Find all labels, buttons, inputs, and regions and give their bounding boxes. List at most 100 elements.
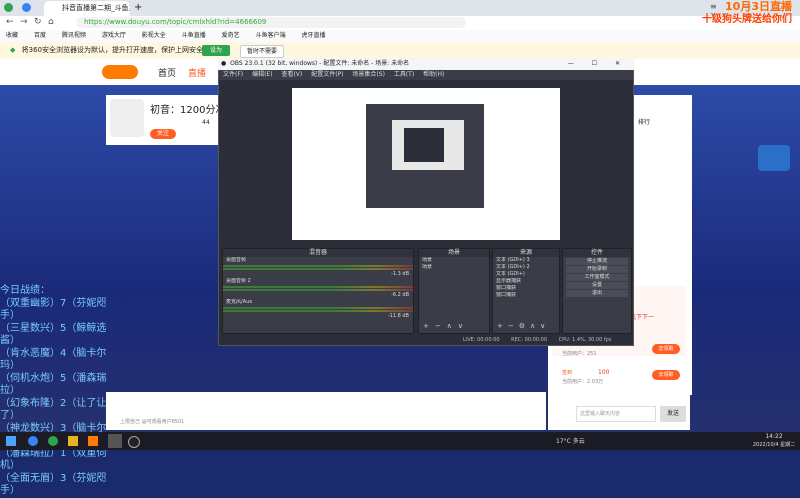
start-recording-button[interactable]: 开始录制 xyxy=(566,266,628,273)
menu-file[interactable]: 文件(F) xyxy=(223,71,243,78)
scene-item[interactable]: 场景 xyxy=(419,264,489,271)
stats-row: （肯水恶魔）4（脑卡尔玛） xyxy=(0,347,107,372)
stats-row: （幻象布隆）2（让了让了） xyxy=(0,397,107,422)
scenes-title: 场景 xyxy=(419,249,489,257)
claim-button[interactable]: 去领取 xyxy=(652,344,680,354)
bookmark-item[interactable]: 游戏大厅 xyxy=(102,32,126,39)
refresh-icon[interactable]: ↻ xyxy=(34,17,42,27)
menu-scene-collection[interactable]: 场景集合(S) xyxy=(352,71,385,78)
bookmark-item[interactable]: 百度 xyxy=(34,32,46,39)
taskbar-app-icon[interactable] xyxy=(108,434,122,448)
obs-window-controls[interactable]: — ☐ ✕ xyxy=(568,58,628,70)
source-toolbar[interactable]: +−⚙∧∨ xyxy=(497,322,550,330)
browser-menu-icon[interactable] xyxy=(22,3,31,12)
taskbar-app-icon[interactable] xyxy=(48,436,58,446)
taskbar-app-icon[interactable] xyxy=(28,436,38,446)
back-icon[interactable]: ← xyxy=(6,17,14,27)
scene-item[interactable]: 场景 xyxy=(419,257,489,264)
dock-sources: 来源 文本 (GDI+) 3 文本 (GDI+) 2 文本 (GDI+) 显示器… xyxy=(492,248,560,334)
tab-label: 抖音直播第二期_斗鱼主页文字... xyxy=(62,4,130,12)
banner-line1: 10月3日直播 xyxy=(725,0,792,13)
infobar-text: 将360安全浏览器设为默认，提升打开速度，保护上网安全 xyxy=(21,46,203,54)
obs-logo-icon: ● xyxy=(221,60,227,67)
bookmark-item[interactable]: 虎牙直播 xyxy=(302,32,326,39)
settings-button[interactable]: 设置 xyxy=(566,282,628,289)
obs-titlebar: ● OBS 23.0.1 (32 bit, windows) - 配置文件: 未… xyxy=(218,58,634,70)
stats-row: （伺机水炮）5（潘森瑞拉） xyxy=(0,372,107,397)
browser-logo-icon xyxy=(4,3,13,12)
track-db: -11.8 dB xyxy=(387,313,409,319)
menu-tools[interactable]: 工具(T) xyxy=(394,71,414,78)
forward-icon[interactable]: → xyxy=(20,17,28,27)
source-item[interactable]: 窗口捕获 xyxy=(493,285,559,292)
banner-line2: 十级狗头牌送给你们 xyxy=(702,14,792,25)
stats-row: （双重幽影）7（芬妮咫手） xyxy=(0,297,107,322)
avatar[interactable] xyxy=(110,99,144,137)
bookmark-item[interactable]: 爱奇艺 xyxy=(222,32,240,39)
obs-statusbar: LIVE: 00:00:00 REC: 00:00:00 CPU: 1.4%, … xyxy=(219,335,633,345)
shield-icon: ◆ xyxy=(10,46,16,54)
home-icon[interactable]: ⌂ xyxy=(48,17,54,27)
new-tab-button[interactable]: + xyxy=(134,2,142,13)
tab-douyu[interactable]: 抖音直播第二期_斗鱼主页文字... xyxy=(44,1,130,16)
start-icon[interactable] xyxy=(6,436,16,446)
vu-meter xyxy=(223,310,413,312)
taskbar-app-icon[interactable] xyxy=(88,436,98,446)
bookmark-item[interactable]: 腾讯视频 xyxy=(62,32,86,39)
stats-overlay: 今日战绩： （双重幽影）7（芬妮咫手） （三星数兴）5（鲸鲸选酱） （肯水恶魔）… xyxy=(0,285,110,498)
set-default-button[interactable]: 设为 xyxy=(202,45,231,56)
rec-status: REC: 00:00:00 xyxy=(511,337,548,343)
gift-bar: 上限自己 @可观看用户8501 xyxy=(106,392,546,430)
bookmark-item[interactable]: 斗鱼直播 xyxy=(182,32,206,39)
scene-toolbar[interactable]: +−∧∨ xyxy=(423,322,469,330)
gift-icon xyxy=(758,145,790,171)
menu-edit[interactable]: 编辑(E) xyxy=(252,71,272,78)
obs-taskbar-icon[interactable] xyxy=(128,436,140,448)
studio-mode-button[interactable]: 工作室模式 xyxy=(566,274,628,281)
dock-scenes: 场景 场景 场景 +−∧∨ xyxy=(418,248,490,334)
follow-count: 44 xyxy=(202,119,210,126)
danmu-input[interactable]: 这里输入聊天内容 xyxy=(576,406,656,422)
cpu-status: CPU: 1.4%, 30.00 fps xyxy=(558,337,612,343)
url-input[interactable]: https://www.douyu.com/topic/cmlxhld?rid=… xyxy=(76,17,466,28)
obs-title: OBS 23.0.1 (32 bit, windows) - 配置文件: 未命名… xyxy=(230,60,410,67)
douyu-logo[interactable] xyxy=(102,65,138,79)
source-item[interactable]: 文本 (GDI+) 2 xyxy=(493,264,559,271)
bookmark-item[interactable]: 影视大全 xyxy=(142,32,166,39)
track-name: 桌面音频 2 xyxy=(226,278,251,284)
exit-button[interactable]: 退出 xyxy=(566,290,628,297)
nav-live[interactable]: 直播 xyxy=(188,66,206,79)
taskbar-app-icon[interactable] xyxy=(68,436,78,446)
nav-home[interactable]: 首页 xyxy=(158,66,176,79)
send-button[interactable]: 发送 xyxy=(660,406,686,422)
dismiss-button[interactable]: 暂时不需要 xyxy=(240,45,285,58)
menu-view[interactable]: 查看(V) xyxy=(281,71,302,78)
controls-title: 控件 xyxy=(563,249,631,257)
follow-button[interactable]: 关注 xyxy=(150,129,176,139)
url-text: https://www.douyu.com/topic/cmlxhld?rid=… xyxy=(84,18,267,26)
promo-sub-2: 当前用户：2.03万 xyxy=(562,379,604,385)
clock-time: 14:22 xyxy=(765,433,783,440)
obs-preview[interactable] xyxy=(292,88,560,240)
promo-sub: 当前用户：251 xyxy=(562,351,597,357)
bookmark-item[interactable]: 斗鱼客户端 xyxy=(256,32,286,39)
claim-button-2[interactable]: 去领取 xyxy=(652,370,680,380)
stop-streaming-button[interactable]: 停止推流 xyxy=(566,258,628,265)
clock-date: 2022/10/4 星期二 xyxy=(752,442,796,448)
rank-tab[interactable]: 排行 xyxy=(638,117,650,126)
source-item[interactable]: 窗口捕获 xyxy=(493,292,559,299)
mixer-title: 混音器 xyxy=(223,249,413,257)
vu-meter xyxy=(223,265,413,267)
source-item[interactable]: 文本 (GDI+) xyxy=(493,271,559,278)
source-item[interactable]: 显示器捕获 xyxy=(493,278,559,285)
gift-tag: 签到 xyxy=(562,370,573,376)
stats-row: （潘森瑞拉）1（双重伺机） xyxy=(0,447,107,472)
menu-help[interactable]: 帮助(H) xyxy=(423,71,444,78)
sources-title: 来源 xyxy=(493,249,559,257)
menu-profile[interactable]: 配置文件(P) xyxy=(311,71,343,78)
source-item[interactable]: 文本 (GDI+) 3 xyxy=(493,257,559,264)
gift-counter: 100 xyxy=(598,369,610,376)
bookmark-item[interactable]: 收藏 xyxy=(6,32,18,39)
vu-meter xyxy=(223,268,413,270)
preview-nested-dark xyxy=(404,128,444,162)
